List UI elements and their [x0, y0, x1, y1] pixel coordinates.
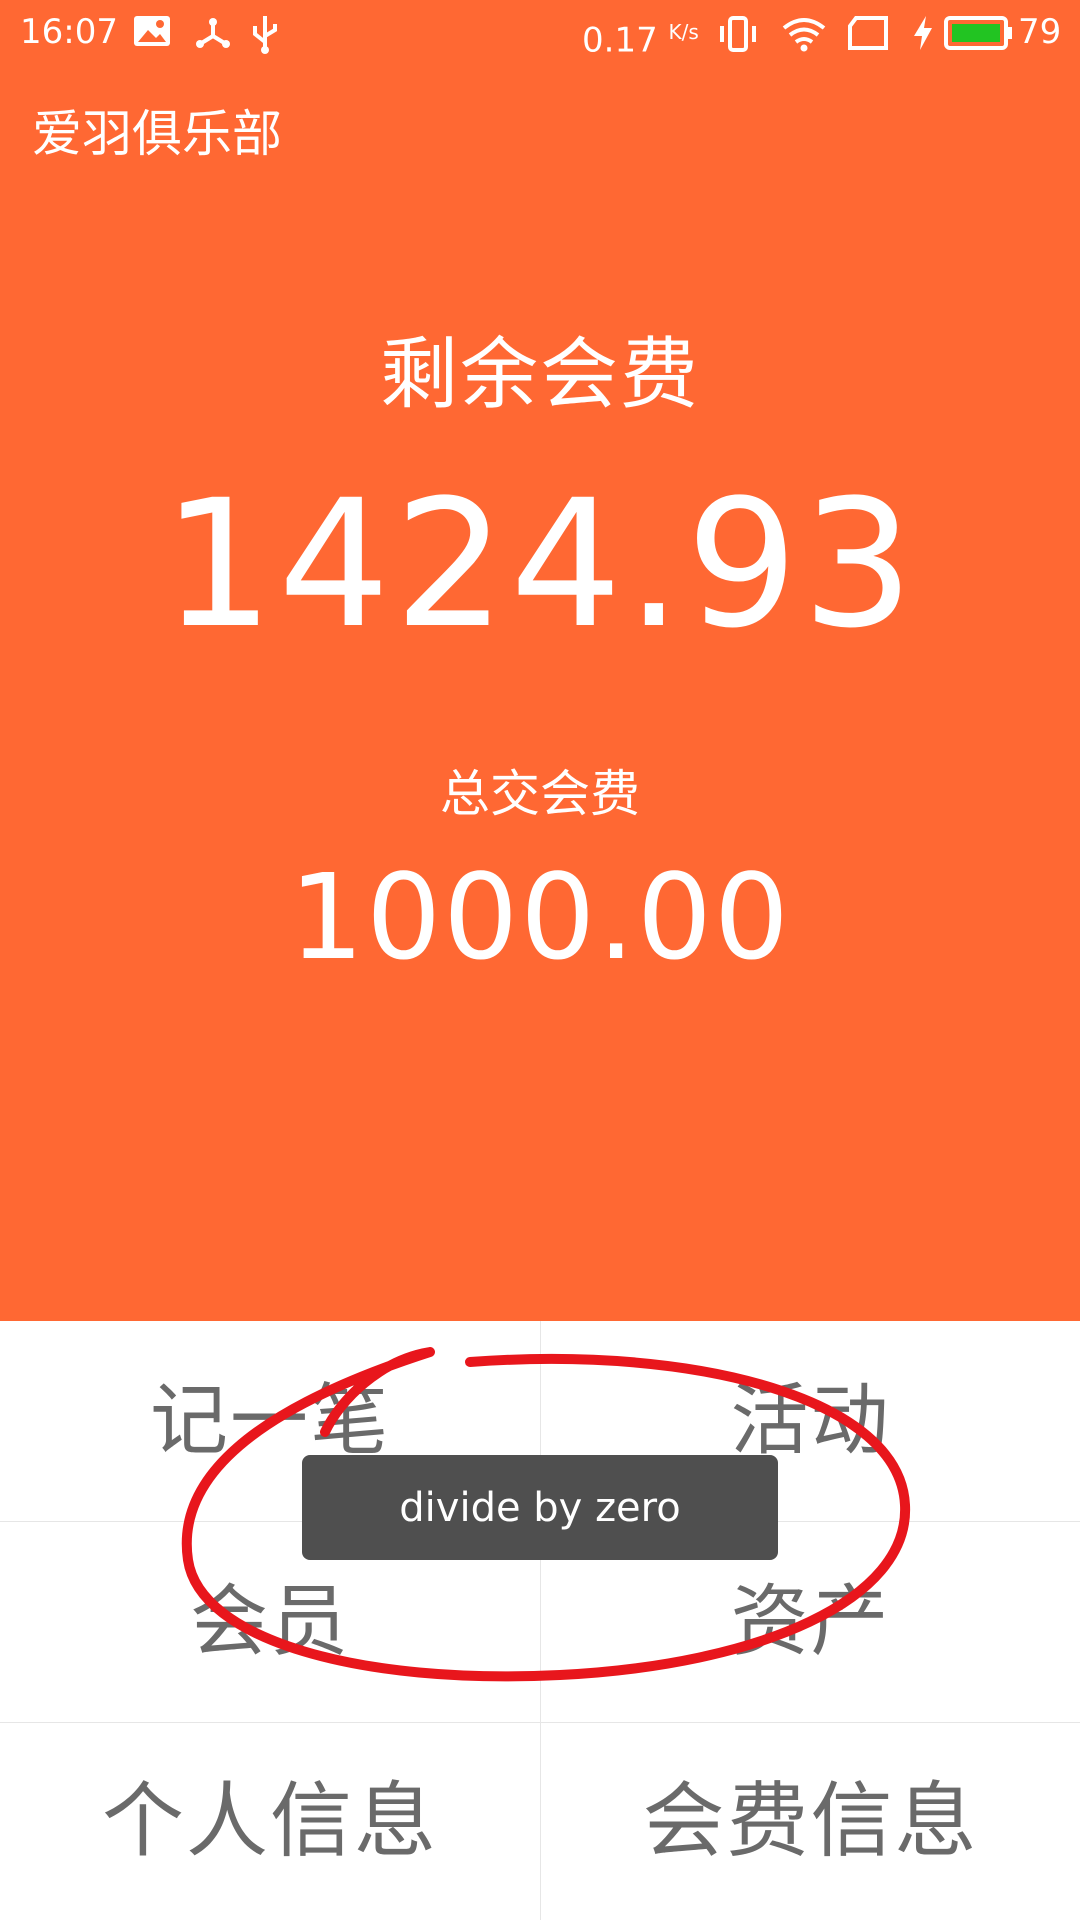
battery-icon [944, 16, 1012, 50]
remaining-fee-value: 1424.93 [162, 462, 918, 667]
status-time: 16:07 [20, 12, 118, 52]
app-title: 爱羽俱乐部 [32, 105, 282, 163]
usb-icon [253, 16, 277, 54]
assets-label: 资产 [730, 1577, 891, 1667]
network-speed-value: 0.17 [582, 20, 658, 61]
personal-info-label: 个人信息 [101, 1773, 438, 1869]
remaining-fee-label: 剩余会费 [379, 330, 700, 420]
sim-icon [848, 16, 888, 50]
image-icon [134, 16, 170, 46]
header-panel: 16:07 0.17 K/s 79 爱羽俱乐部 剩余会费 1424.93 总交会… [0, 0, 1080, 1321]
fee-info-button[interactable]: 会费信息 [541, 1723, 1080, 1920]
vibrate-icon [720, 16, 756, 52]
fee-info-label: 会费信息 [642, 1773, 979, 1869]
menu-grid: 记一笔 活动 会员 资产 个人信息 会费信息 [0, 1321, 1080, 1920]
activity-label: 活动 [730, 1376, 891, 1466]
battery-percent: 79 [1018, 12, 1062, 52]
charging-icon [914, 16, 932, 50]
toast-message: divide by zero [302, 1455, 778, 1560]
grid-divider-row2 [0, 1722, 1080, 1723]
record-label: 记一笔 [149, 1376, 390, 1466]
total-fee-label: 总交会费 [440, 765, 640, 823]
network-speed-unit: K/s [668, 20, 699, 44]
personal-info-button[interactable]: 个人信息 [0, 1723, 540, 1920]
share-icon [196, 18, 230, 48]
total-fee-value: 1000.00 [289, 848, 791, 986]
wifi-icon [782, 18, 826, 52]
members-label: 会员 [189, 1577, 350, 1667]
toast-text: divide by zero [399, 1484, 681, 1531]
status-bar: 16:07 0.17 K/s 79 [0, 0, 1080, 66]
grid-divider-vertical [540, 1321, 541, 1920]
network-speed: 0.17 K/s [582, 12, 699, 60]
